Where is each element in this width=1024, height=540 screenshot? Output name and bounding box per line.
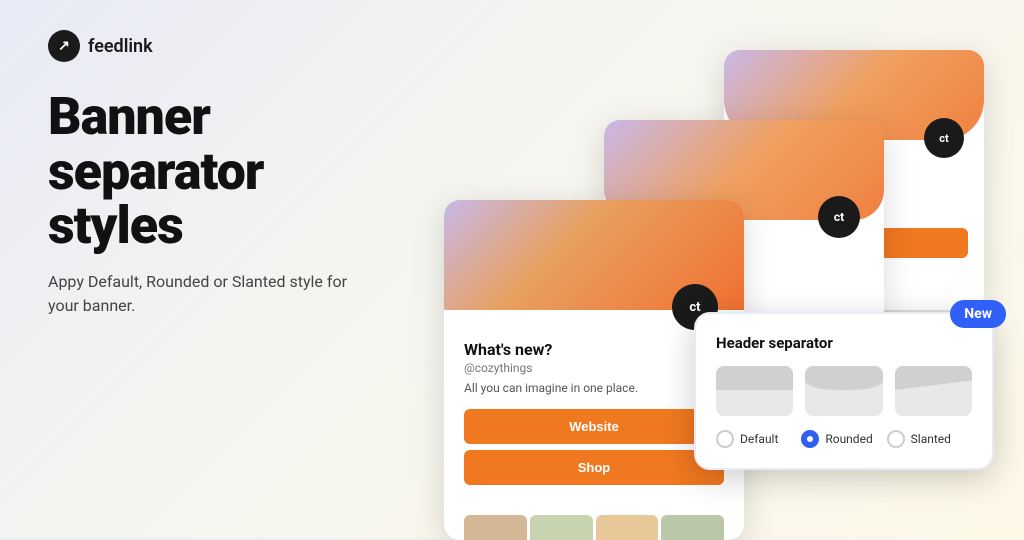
radio-option-rounded[interactable]: Rounded: [801, 430, 886, 448]
radio-options: Default Rounded Slanted: [716, 430, 972, 448]
card-front-title: What's new?: [464, 340, 724, 359]
card-front-photo-grid: [444, 507, 744, 540]
photo-thumb-3: [596, 515, 659, 540]
card-front-desc: All you can imagine in one place.: [464, 381, 724, 395]
cards-container: ct What's new? @cozythings n imagine in …: [424, 40, 1004, 530]
radio-circle-slanted: [887, 430, 905, 448]
radio-option-slanted[interactable]: Slanted: [887, 430, 972, 448]
radio-circle-rounded: [801, 430, 819, 448]
separator-panel: Header separator Default Rounded Slanted…: [694, 312, 994, 470]
style-preview-rounded[interactable]: [805, 366, 882, 416]
card-front-website-button[interactable]: Website: [464, 409, 724, 444]
logo-icon: ↗: [48, 30, 80, 62]
style-preview-default[interactable]: [716, 366, 793, 416]
hero-text-block: Banner separator styles Appy Default, Ro…: [48, 90, 368, 318]
photo-thumb-4: [661, 515, 724, 540]
card-back-avatar: ct: [924, 118, 964, 158]
radio-circle-default: [716, 430, 734, 448]
logo-area: ↗ feedlink: [48, 30, 153, 62]
logo-arrow: ↗: [58, 38, 70, 54]
new-badge: New: [950, 300, 1006, 328]
card-mid-avatar: ct: [818, 196, 860, 238]
hero-subtitle: Appy Default, Rounded or Slanted style f…: [48, 270, 368, 318]
card-front-shop-button[interactable]: Shop: [464, 450, 724, 485]
logo-text: feedlink: [88, 36, 153, 57]
radio-label-slanted: Slanted: [911, 432, 951, 446]
hero-title: Banner separator styles: [48, 90, 368, 254]
radio-option-default[interactable]: Default: [716, 430, 801, 448]
photo-thumb-2: [530, 515, 593, 540]
radio-label-default: Default: [740, 432, 778, 446]
card-front-handle: @cozythings: [464, 361, 724, 375]
radio-label-rounded: Rounded: [825, 432, 872, 446]
separator-panel-title: Header separator: [716, 334, 972, 352]
style-options: [716, 366, 972, 416]
card-front-banner: ct: [444, 200, 744, 310]
photo-thumb-1: [464, 515, 527, 540]
style-preview-slanted[interactable]: [895, 366, 972, 416]
